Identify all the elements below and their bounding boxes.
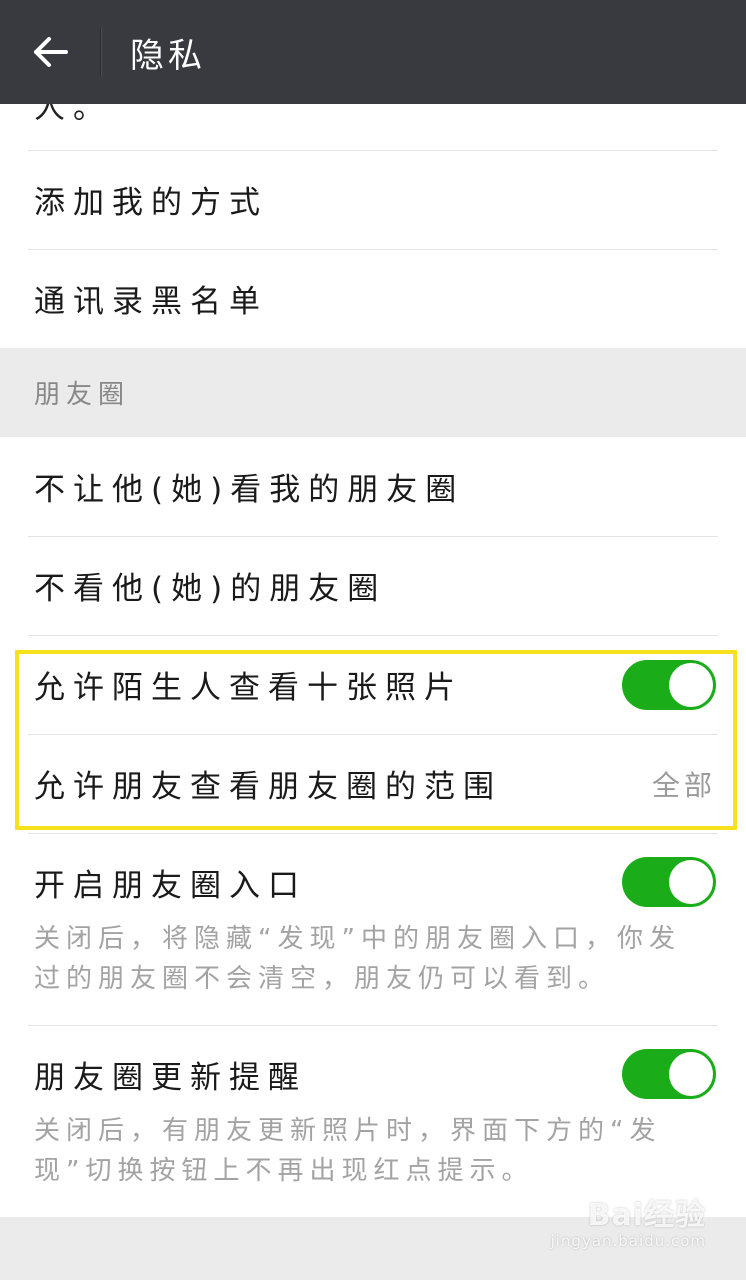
toggle-knob — [669, 1052, 713, 1096]
hide-my-moments-row[interactable]: 不让他(她)看我的朋友圈 — [0, 437, 746, 536]
top-bar: 隐私 — [0, 0, 746, 104]
row-label: 朋友圈更新提醒 — [34, 1059, 307, 1096]
back-button[interactable] — [0, 0, 100, 104]
watermark-url: jingyan.baidu.com — [550, 1232, 706, 1250]
moments-update-reminder-row: 朋友圈更新提醒 关闭后，有朋友更新照片时，界面下方的“发现”切换按钮上不再出现红… — [0, 1025, 746, 1217]
row-label: 添加我的方式 — [34, 185, 268, 221]
row-label: 不看他(她)的朋友圈 — [34, 571, 387, 607]
moments-update-reminder-toggle[interactable] — [622, 1049, 716, 1099]
enable-moments-entry-toggle[interactable] — [622, 857, 716, 907]
allow-strangers-view-photos-row: 允许陌生人查看十张照片 — [0, 635, 746, 734]
allow-strangers-toggle[interactable] — [622, 659, 716, 710]
row-label: 不让他(她)看我的朋友圈 — [34, 472, 465, 508]
toggle-knob — [669, 662, 713, 707]
moments-group: 不让他(她)看我的朋友圈 不看他(她)的朋友圈 允许陌生人查看十张照片 允许朋友… — [0, 437, 746, 1217]
row-label: 允许陌生人查看十张照片 — [34, 670, 463, 706]
settings-list: 人。 添加我的方式 通讯录黑名单 朋友圈 不让他(她)看我的朋友圈 不看他(她)… — [0, 104, 746, 1217]
add-me-methods-row[interactable]: 添加我的方式 — [0, 150, 746, 249]
contacts-group: 人。 添加我的方式 通讯录黑名单 — [0, 104, 746, 348]
row-label: 允许朋友查看朋友圈的范围 — [34, 769, 502, 805]
page-title: 隐私 — [130, 35, 206, 76]
arrow-left-icon — [34, 37, 68, 67]
hide-their-moments-row[interactable]: 不看他(她)的朋友圈 — [0, 536, 746, 635]
row-description: 关闭后，将隐藏“发现”中的朋友圈入口，你发过的朋友圈不会清空，朋友仍可以看到。 — [34, 924, 681, 994]
section-header-label: 朋友圈 — [34, 380, 131, 410]
truncated-text: 人。 — [34, 104, 112, 126]
moments-section-header: 朋友圈 — [0, 348, 746, 437]
header-divider — [100, 27, 102, 77]
friends-view-range-row[interactable]: 允许朋友查看朋友圈的范围 全部 — [0, 734, 746, 833]
baidu-jingyan-watermark: Bai经验 jingyan.baidu.com — [551, 1190, 706, 1250]
enable-moments-entry-row: 开启朋友圈入口 关闭后，将隐藏“发现”中的朋友圈入口，你发过的朋友圈不会清空，朋… — [0, 833, 746, 1025]
row-label: 通讯录黑名单 — [34, 284, 268, 320]
row-label: 开启朋友圈入口 — [34, 867, 307, 904]
toggle-knob — [669, 860, 713, 904]
watermark-brand: Bai经验 — [587, 1198, 706, 1233]
contacts-blacklist-row[interactable]: 通讯录黑名单 — [0, 249, 746, 348]
truncated-description: 人。 — [0, 104, 746, 150]
row-value: 全部 — [651, 768, 716, 802]
